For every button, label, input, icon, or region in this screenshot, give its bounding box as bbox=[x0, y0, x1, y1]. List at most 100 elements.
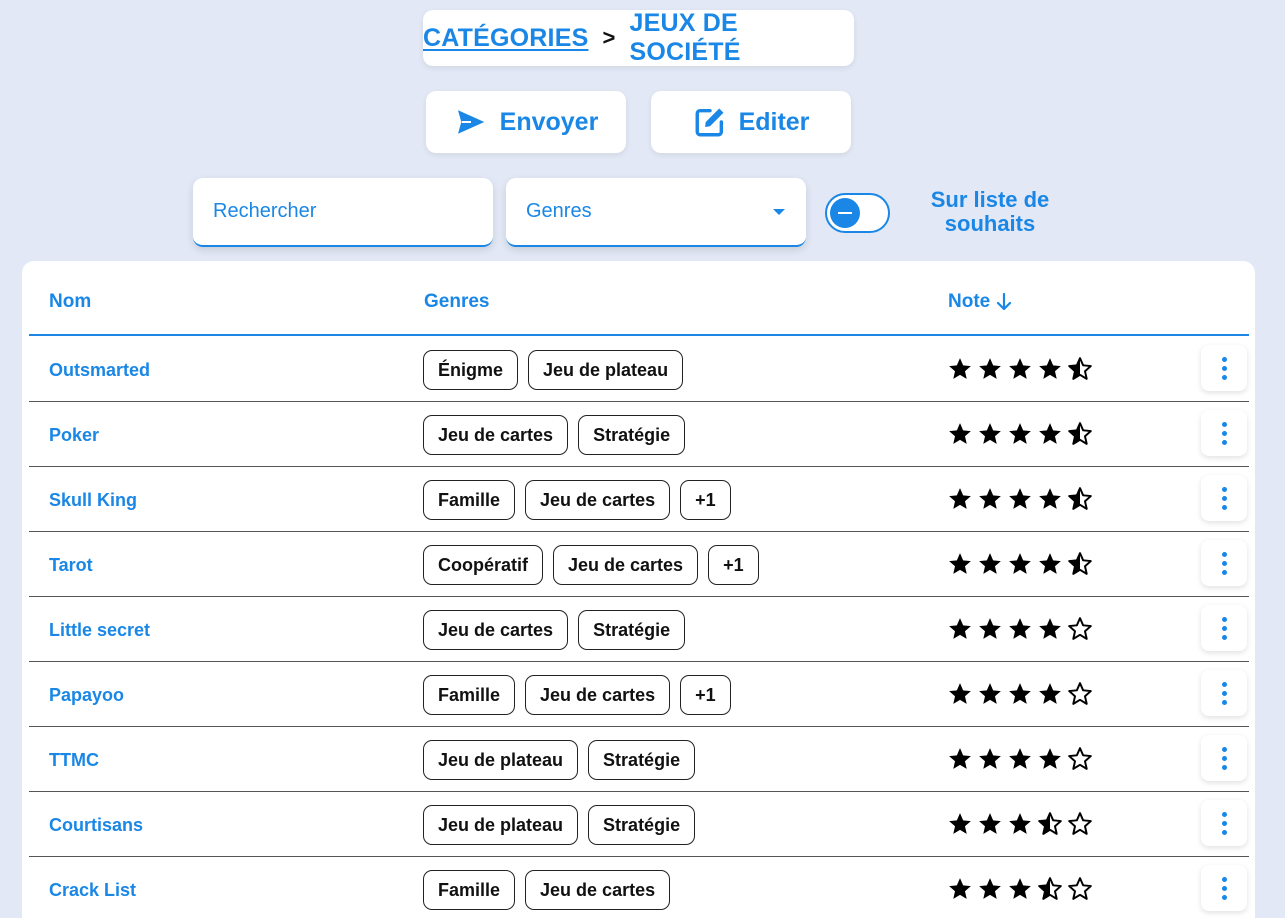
breadcrumb-categories-link[interactable]: CATÉGORIES bbox=[423, 24, 588, 53]
game-name-link[interactable]: Courtisans bbox=[49, 815, 143, 836]
row-menu-button[interactable] bbox=[1201, 605, 1247, 651]
table-row: Poker Jeu de cartes Stratégie bbox=[29, 402, 1249, 467]
star-full-icon bbox=[949, 748, 971, 769]
star-half-icon bbox=[1068, 552, 1092, 575]
genre-tags: Famille Jeu de cartes +1 bbox=[423, 675, 731, 715]
column-header-genres[interactable]: Genres bbox=[424, 291, 489, 313]
column-header-rating-label: Note bbox=[948, 291, 991, 312]
star-full-icon bbox=[979, 618, 1001, 639]
kebab-dot-icon bbox=[1221, 356, 1227, 362]
star-full-icon bbox=[979, 813, 1001, 834]
row-menu-button[interactable] bbox=[1201, 865, 1247, 911]
kebab-dot-icon bbox=[1221, 439, 1227, 445]
games-table: Nom Genres Note Outsmarted Énigme Jeu de p… bbox=[22, 261, 1255, 918]
star-full-icon bbox=[1039, 618, 1061, 639]
star-full-icon bbox=[1009, 813, 1031, 834]
star-empty-icon bbox=[1068, 877, 1092, 900]
kebab-dot-icon bbox=[1221, 569, 1227, 575]
game-name-link[interactable]: Skull King bbox=[49, 490, 137, 511]
star-full-icon bbox=[949, 358, 971, 379]
genre-tag: Stratégie bbox=[588, 805, 696, 845]
rating-stars bbox=[947, 681, 1093, 707]
genre-tag: Jeu de cartes bbox=[525, 675, 671, 715]
kebab-dot-icon bbox=[1221, 746, 1227, 752]
edit-button-label: Editer bbox=[738, 107, 810, 136]
star-full-icon bbox=[949, 488, 971, 509]
table-row: Skull King Famille Jeu de cartes +1 bbox=[29, 467, 1249, 532]
genre-tag: +1 bbox=[680, 480, 731, 520]
rating-stars bbox=[947, 486, 1093, 512]
table-header: Nom Genres Note bbox=[29, 261, 1249, 336]
row-menu-button[interactable] bbox=[1201, 410, 1247, 456]
genre-tag: Famille bbox=[423, 480, 516, 520]
column-header-rating[interactable]: Note bbox=[948, 291, 1012, 313]
rating-stars bbox=[947, 356, 1093, 382]
game-name-link[interactable]: Poker bbox=[49, 425, 99, 446]
breadcrumb-current: JEUX DE SOCIÉTÉ bbox=[629, 9, 741, 66]
genre-tag: Jeu de cartes bbox=[423, 415, 569, 455]
star-full-icon bbox=[1039, 358, 1061, 379]
genre-tag: Jeu de cartes bbox=[525, 870, 671, 910]
genre-tag: Énigme bbox=[423, 350, 519, 390]
genre-tag: +1 bbox=[708, 545, 759, 585]
star-full-icon bbox=[1009, 553, 1031, 574]
game-name-link[interactable]: Crack List bbox=[49, 880, 136, 901]
kebab-dot-icon bbox=[1221, 811, 1227, 817]
rating-stars bbox=[947, 876, 1093, 902]
star-full-icon bbox=[1009, 683, 1031, 704]
kebab-dot-icon bbox=[1221, 699, 1227, 705]
edit-button[interactable]: Editer bbox=[651, 91, 851, 153]
row-menu-button[interactable] bbox=[1201, 735, 1247, 781]
kebab-dot-icon bbox=[1221, 551, 1227, 557]
genres-select-label: Genres bbox=[526, 200, 592, 222]
star-full-icon bbox=[979, 488, 1001, 509]
send-icon bbox=[457, 110, 484, 134]
breadcrumb-separator: > bbox=[602, 25, 616, 50]
search-field bbox=[193, 178, 493, 247]
genre-tag: Jeu de cartes bbox=[553, 545, 699, 585]
star-full-icon bbox=[1009, 423, 1031, 444]
search-input[interactable] bbox=[213, 200, 478, 223]
kebab-dot-icon bbox=[1221, 560, 1227, 566]
kebab-dot-icon bbox=[1221, 690, 1227, 696]
table-row: Outsmarted Énigme Jeu de plateau bbox=[29, 337, 1249, 402]
star-full-icon bbox=[1039, 423, 1061, 444]
game-name-link[interactable]: Little secret bbox=[49, 620, 150, 641]
genre-tags: Famille Jeu de cartes +1 bbox=[423, 480, 731, 520]
table-row: TTMC Jeu de plateau Stratégie bbox=[29, 727, 1249, 792]
kebab-dot-icon bbox=[1221, 820, 1227, 826]
star-full-icon bbox=[949, 553, 971, 574]
genres-select[interactable]: Genres bbox=[506, 178, 806, 247]
send-button-label: Envoyer bbox=[499, 107, 599, 136]
genre-tag: +1 bbox=[680, 675, 731, 715]
genre-tag: Famille bbox=[423, 675, 516, 715]
wishlist-toggle[interactable] bbox=[825, 193, 890, 233]
star-empty-icon bbox=[1068, 747, 1092, 770]
row-menu-button[interactable] bbox=[1201, 345, 1247, 391]
star-full-icon bbox=[1009, 358, 1031, 379]
table-row: Courtisans Jeu de plateau Stratégie bbox=[29, 792, 1249, 857]
row-menu-button[interactable] bbox=[1201, 800, 1247, 846]
kebab-dot-icon bbox=[1221, 504, 1227, 510]
game-name-link[interactable]: TTMC bbox=[49, 750, 99, 771]
dropdown-arrow-icon bbox=[773, 208, 785, 215]
genre-tags: Énigme Jeu de plateau bbox=[423, 350, 684, 390]
game-name-link[interactable]: Tarot bbox=[49, 555, 93, 576]
star-half-icon bbox=[1068, 487, 1092, 510]
rating-stars bbox=[947, 811, 1093, 837]
row-menu-button[interactable] bbox=[1201, 670, 1247, 716]
column-header-name[interactable]: Nom bbox=[49, 291, 91, 313]
row-menu-button[interactable] bbox=[1201, 475, 1247, 521]
kebab-dot-icon bbox=[1221, 885, 1227, 891]
rating-stars bbox=[947, 616, 1093, 642]
row-menu-button[interactable] bbox=[1201, 540, 1247, 586]
genre-tag: Jeu de cartes bbox=[423, 610, 569, 650]
star-full-icon bbox=[1009, 878, 1031, 899]
game-name-link[interactable]: Papayoo bbox=[49, 685, 124, 706]
table-row: Crack List Famille Jeu de cartes bbox=[29, 857, 1249, 918]
kebab-dot-icon bbox=[1221, 430, 1227, 436]
send-button[interactable]: Envoyer bbox=[426, 91, 626, 153]
star-full-icon bbox=[979, 423, 1001, 444]
game-name-link[interactable]: Outsmarted bbox=[49, 360, 150, 381]
kebab-dot-icon bbox=[1221, 625, 1227, 631]
